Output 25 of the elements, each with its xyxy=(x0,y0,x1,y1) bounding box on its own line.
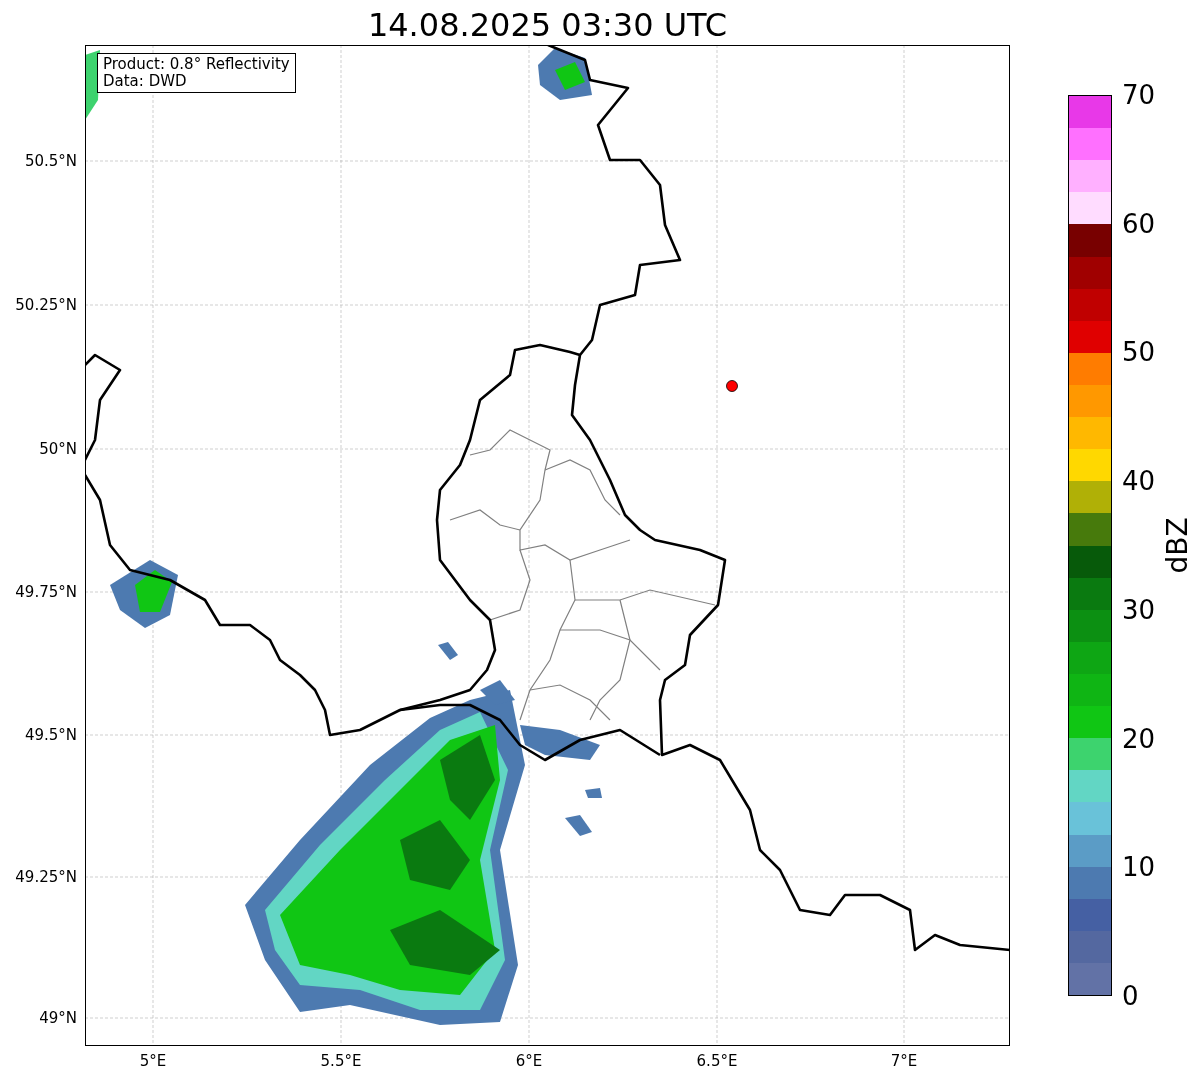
y-tick-label: 50°N xyxy=(39,440,77,458)
x-tick-label: 5°E xyxy=(139,1052,167,1070)
y-tick-label: 49°N xyxy=(39,1009,77,1027)
y-tick-label: 50.5°N xyxy=(24,152,77,170)
colorbar-tick-label: 70 xyxy=(1122,80,1156,110)
colorbar-tick-label: 10 xyxy=(1122,852,1156,883)
y-tick-label: 50.25°N xyxy=(15,296,77,314)
x-tick-label: 6.5°E xyxy=(696,1052,738,1070)
colorbar-tick-label: 50 xyxy=(1122,337,1156,368)
colorbar-tick-label: 30 xyxy=(1122,594,1156,625)
x-tick-label: 5.5°E xyxy=(320,1052,362,1070)
y-tick-label: 49.75°N xyxy=(15,583,77,601)
x-tick-label: 7°E xyxy=(890,1052,918,1070)
location-marker-icon xyxy=(726,380,738,392)
x-tick-label: 6°E xyxy=(515,1052,543,1070)
colorbar-tick-label: 0 xyxy=(1122,981,1139,1011)
y-tick-label: 49.5°N xyxy=(24,726,77,744)
y-tick-label: 49.25°N xyxy=(15,868,77,886)
colorbar-tick-label: 60 xyxy=(1122,208,1156,239)
chart-title: 14.08.2025 03:30 UTC xyxy=(366,5,729,45)
colorbar-tick-label: 40 xyxy=(1122,466,1156,497)
colorbar-label: dBZ xyxy=(1160,517,1194,574)
info-text: Data: DWD xyxy=(103,73,188,90)
colorbar-tick-label: 20 xyxy=(1122,723,1156,754)
info-text: Product: 0.8° Reflectivity xyxy=(103,56,290,73)
